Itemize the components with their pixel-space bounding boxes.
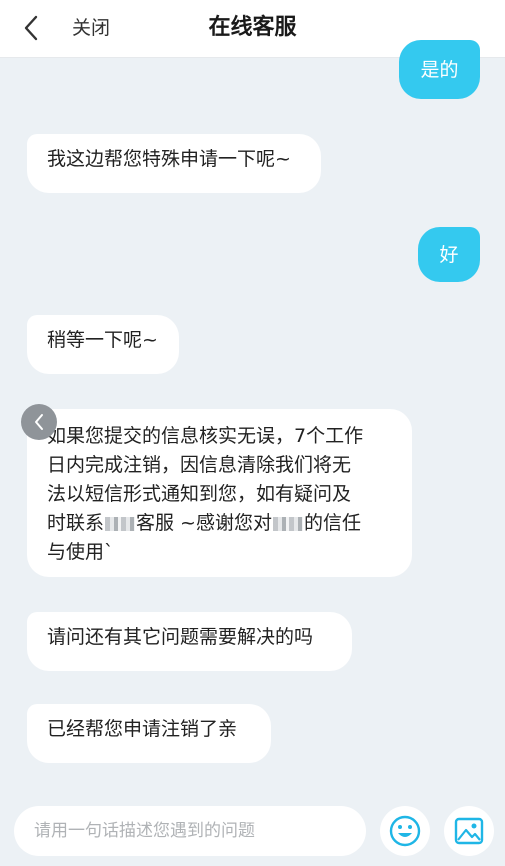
message-line: 日内完成注销，因信息清除我们将无 bbox=[47, 454, 352, 476]
image-button[interactable] bbox=[444, 806, 494, 856]
collapse-side-button[interactable] bbox=[21, 404, 57, 440]
redacted-block bbox=[105, 516, 136, 531]
message-text: 已经帮您申请注销了亲 bbox=[47, 718, 238, 740]
composer-bar bbox=[0, 795, 505, 866]
smiley-icon bbox=[389, 815, 421, 847]
message-line: 与使用` bbox=[47, 541, 114, 563]
message-fragment: 的信任 bbox=[303, 512, 361, 534]
agent-message: 请问还有其它问题需要解决的吗 bbox=[27, 612, 352, 671]
chevron-left-icon bbox=[35, 414, 43, 430]
message-line: 如果您提交的信息核实无误，7个工作 bbox=[47, 425, 364, 447]
image-icon bbox=[454, 817, 484, 845]
message-text: 是的 bbox=[420, 58, 459, 81]
message-input[interactable] bbox=[14, 806, 366, 856]
emoji-button[interactable] bbox=[380, 806, 430, 856]
redacted-block bbox=[272, 516, 303, 531]
message-fragment: 时联系 bbox=[47, 512, 105, 534]
message-text: 好 bbox=[439, 243, 459, 266]
message-line: 法以短信形式通知到您，如有疑问及 bbox=[47, 483, 352, 505]
message-text: 稍等一下呢~ bbox=[47, 329, 158, 351]
page-title: 在线客服 bbox=[208, 15, 297, 40]
agent-message: 稍等一下呢~ bbox=[27, 315, 179, 374]
message-text: 请问还有其它问题需要解决的吗 bbox=[47, 626, 314, 648]
message-text: 我这边帮您特殊申请一下呢~ bbox=[47, 148, 291, 170]
user-message: 好 bbox=[418, 227, 480, 282]
agent-message: 我这边帮您特殊申请一下呢~ bbox=[27, 134, 321, 193]
agent-message: 如果您提交的信息核实无误，7个工作 日内完成注销，因信息清除我们将无 法以短信形… bbox=[27, 409, 412, 577]
message-fragment: 客服 ~感谢您对 bbox=[136, 512, 272, 534]
message-line: 时联系 客服 ~感谢您对 的信任 bbox=[47, 509, 392, 538]
agent-message: 已经帮您申请注销了亲 bbox=[27, 704, 271, 763]
user-message: 是的 bbox=[399, 40, 480, 99]
